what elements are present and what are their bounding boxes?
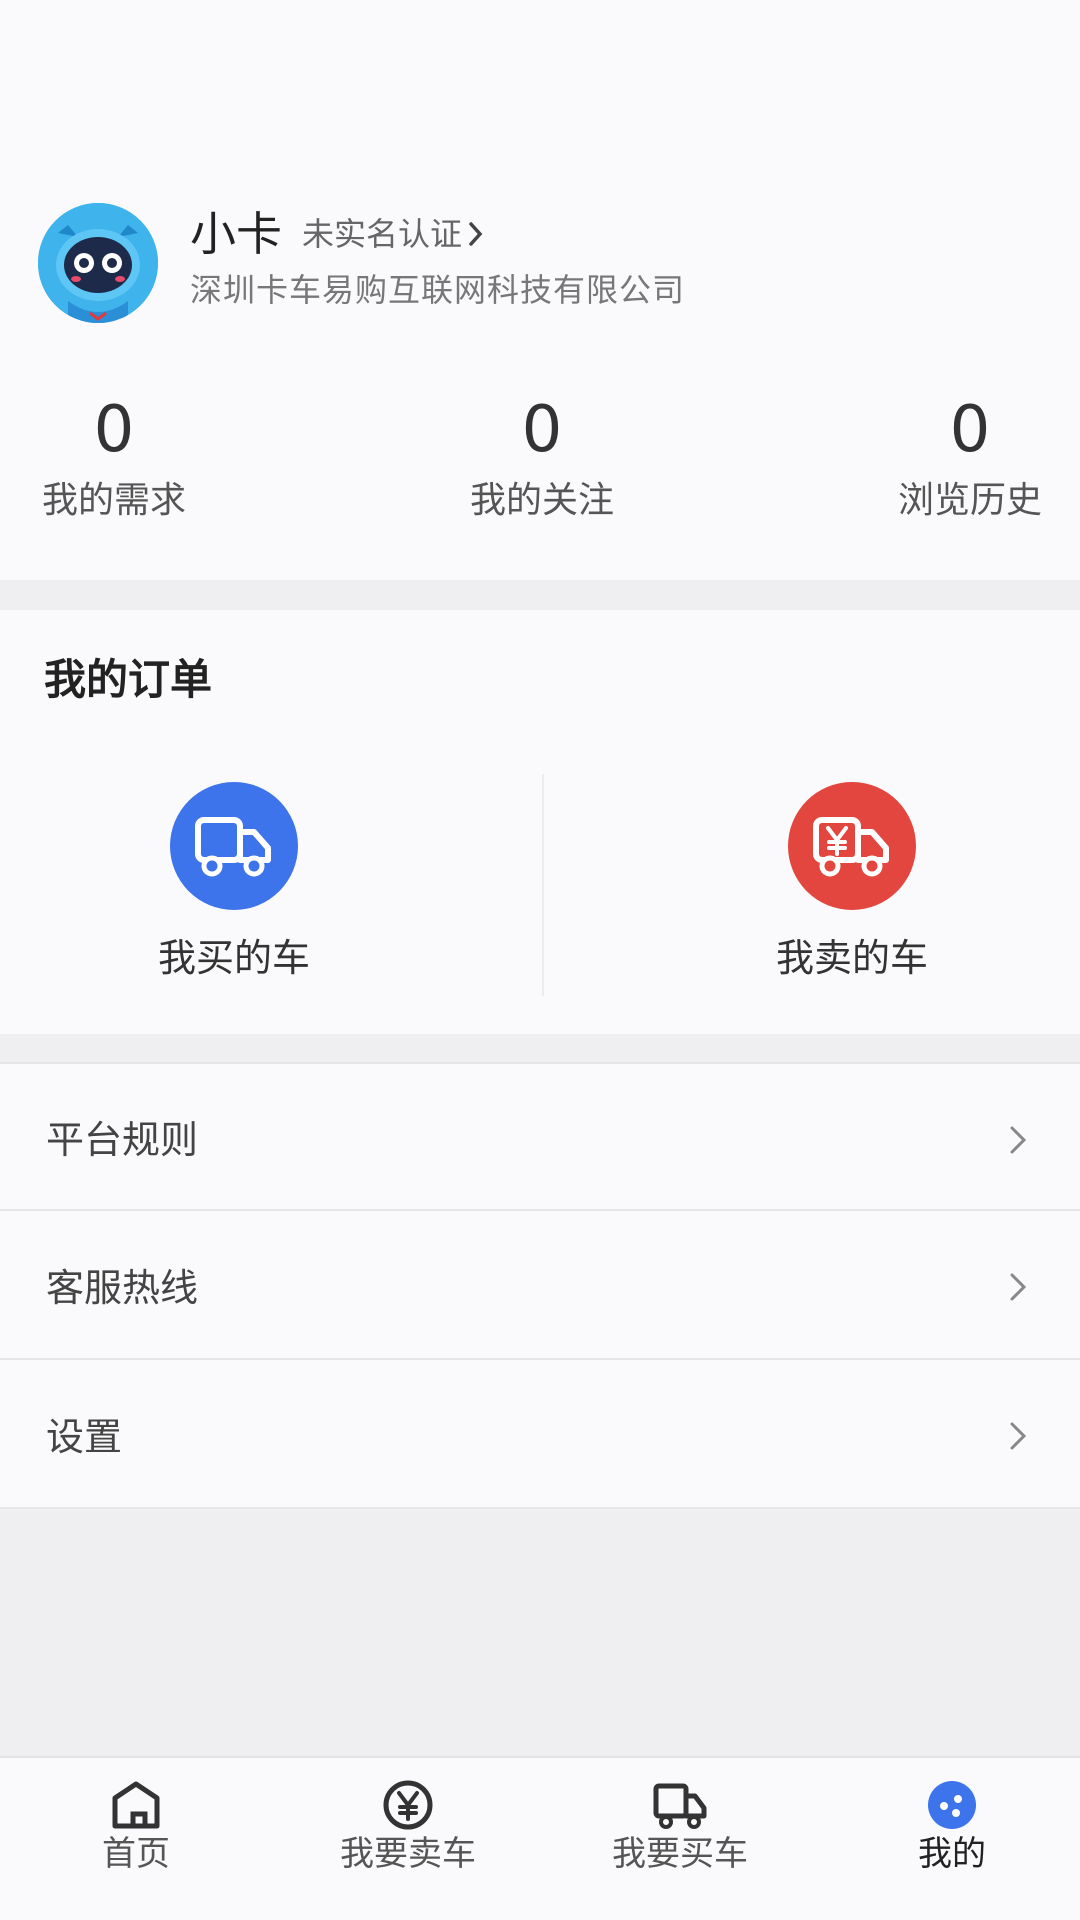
chevron-right-icon — [1010, 1273, 1027, 1301]
stat-value: 0 — [949, 393, 991, 467]
stat-label: 浏览历史 — [897, 480, 1042, 521]
stat-label: 我的需求 — [41, 480, 186, 521]
chevron-right-icon — [1010, 1422, 1027, 1450]
tab-buy-car[interactable]: 我要买车 — [580, 1778, 780, 1876]
menu-item-platform-rules[interactable]: 平台规则 — [0, 1062, 1080, 1211]
profile-page: 小卡 未实名认证 深圳卡车易购互联网科技有限公司 0 我的需求 0 我的关注 0… — [0, 0, 1080, 1920]
divider — [542, 774, 544, 996]
stat-my-follows[interactable]: 0 我的关注 — [432, 390, 652, 526]
verify-link[interactable]: 未实名认证 — [302, 212, 486, 256]
truck-icon — [195, 817, 271, 877]
orders-section: 我的订单 我买的车 我卖的车 — [0, 610, 1080, 1034]
menu-item-label: 设置 — [46, 1415, 123, 1459]
stat-label: 我的关注 — [469, 480, 614, 521]
menu-item-customer-hotline[interactable]: 客服热线 — [0, 1211, 1080, 1360]
tab-label: 首页 — [102, 1834, 170, 1874]
tab-label: 我要卖车 — [340, 1834, 476, 1874]
profile-header: 小卡 未实名认证 深圳卡车易购互联网科技有限公司 0 我的需求 0 我的关注 0… — [0, 0, 1080, 580]
chevron-right-icon — [469, 222, 483, 246]
robot-avatar-icon — [38, 203, 158, 323]
orders-title: 我的订单 — [44, 655, 213, 704]
stat-value: 0 — [93, 393, 135, 467]
yen-icon — [383, 1780, 433, 1830]
menu-item-settings[interactable]: 设置 — [0, 1360, 1080, 1509]
stat-my-demands[interactable]: 0 我的需求 — [4, 390, 224, 526]
tab-label: 我要买车 — [612, 1834, 748, 1874]
avatar[interactable] — [38, 203, 158, 323]
chevron-right-icon — [1010, 1126, 1027, 1154]
truck-icon — [653, 1783, 707, 1829]
home-icon — [112, 1781, 160, 1829]
tab-label: 我的 — [918, 1834, 986, 1874]
menu-item-label: 客服热线 — [46, 1266, 199, 1310]
stat-browse-history[interactable]: 0 浏览历史 — [860, 390, 1080, 526]
company-name: 深圳卡车易购互联网科技有限公司 — [190, 271, 686, 309]
yen-truck-icon — [813, 817, 889, 877]
tab-mine[interactable]: 我的 — [852, 1778, 1052, 1876]
user-name: 小卡 — [190, 207, 282, 261]
order-bought-cars[interactable]: 我买的车 — [94, 782, 374, 984]
order-label: 我买的车 — [157, 936, 310, 980]
order-icon-bg — [170, 782, 298, 910]
settings-menu: 平台规则 客服热线 设置 — [0, 1062, 1080, 1509]
tab-home[interactable]: 首页 — [36, 1778, 236, 1876]
stats-row: 0 我的需求 0 我的关注 0 浏览历史 — [0, 390, 1080, 540]
menu-item-label: 平台规则 — [46, 1118, 199, 1162]
tab-sell-car[interactable]: 我要卖车 — [308, 1778, 508, 1876]
stat-value: 0 — [521, 393, 563, 467]
bottom-tab-bar: 首页 我要卖车 我要买车 我的 — [0, 1756, 1080, 1920]
verify-label: 未实名认证 — [302, 215, 463, 253]
profile-icon — [928, 1781, 976, 1829]
order-sold-cars[interactable]: 我卖的车 — [712, 782, 992, 984]
order-icon-bg — [788, 782, 916, 910]
order-label: 我卖的车 — [775, 936, 928, 980]
